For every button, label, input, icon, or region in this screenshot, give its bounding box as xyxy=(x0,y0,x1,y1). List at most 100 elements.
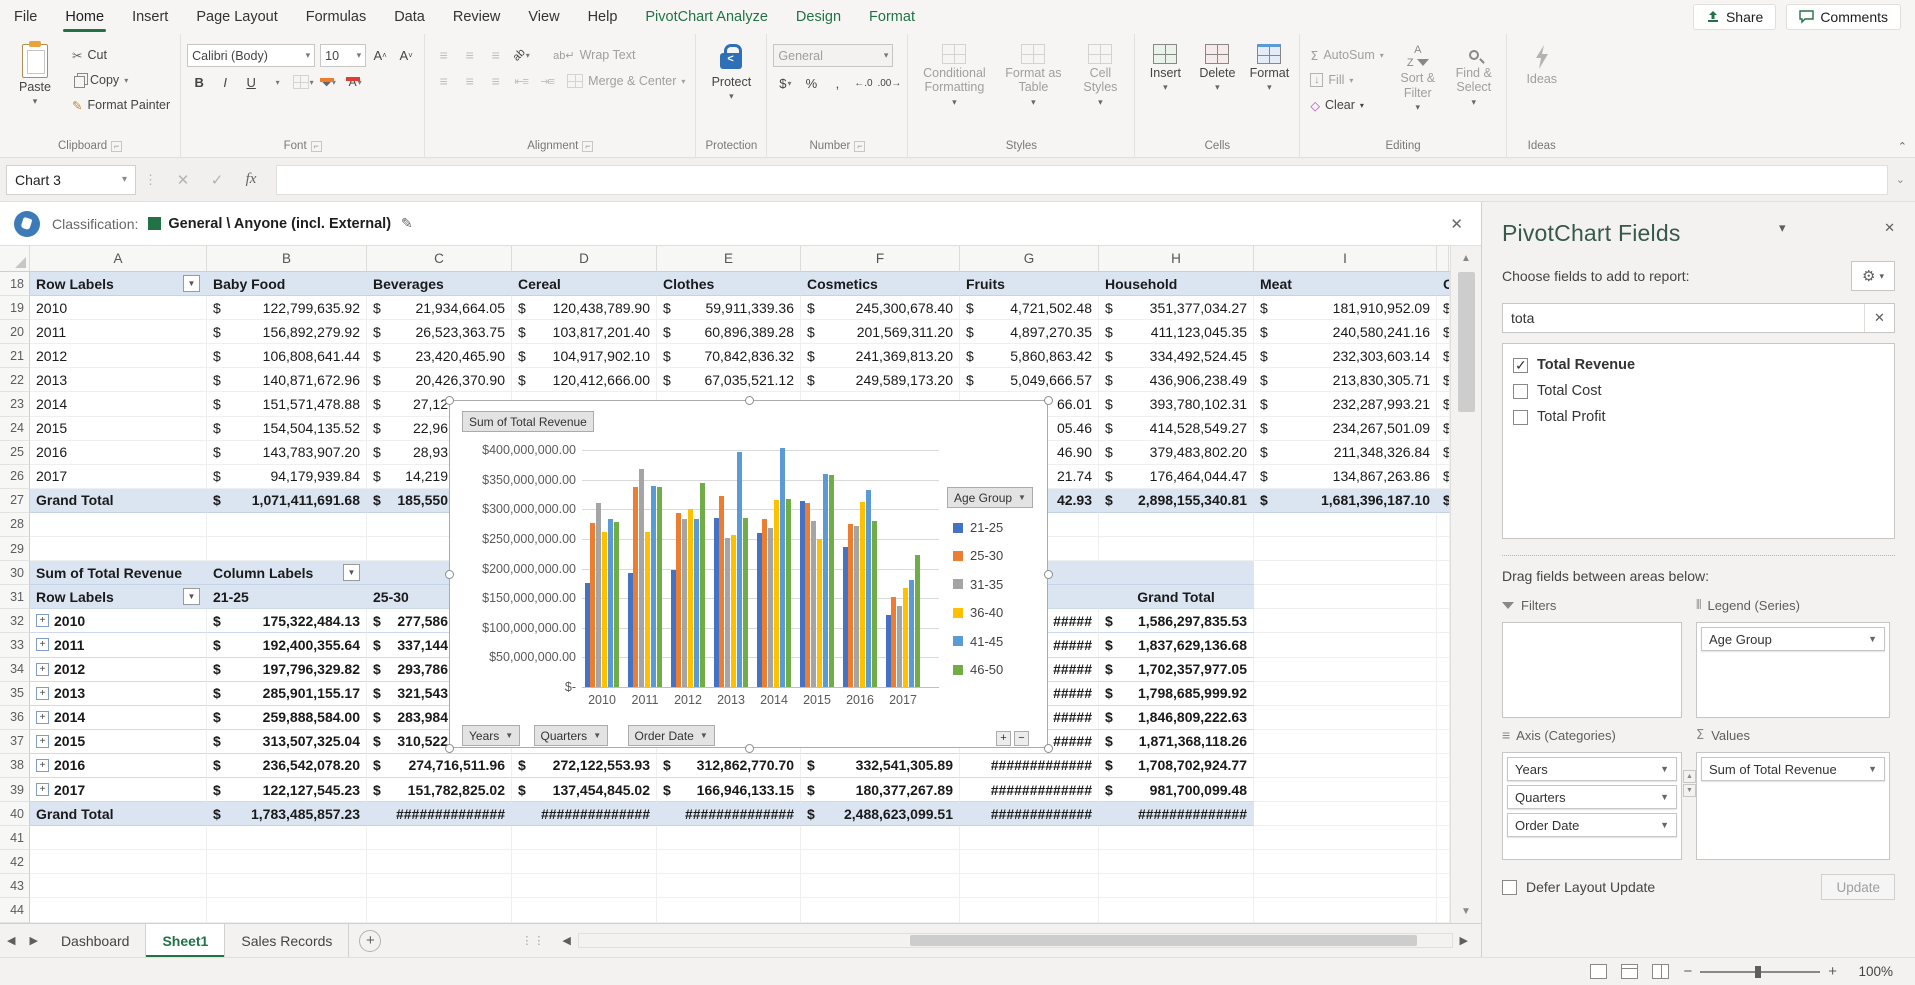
ribbon-tab-formulas[interactable]: Formulas xyxy=(292,0,380,34)
cell[interactable]: $332,541,305.89 xyxy=(801,754,960,778)
cell[interactable] xyxy=(1254,537,1437,561)
cell[interactable] xyxy=(512,874,657,898)
cell[interactable] xyxy=(1254,513,1437,537)
vertical-scrollbar[interactable]: ▲ ▼ xyxy=(1450,246,1481,923)
field-item-total-cost[interactable]: Total Cost xyxy=(1513,378,1884,404)
cell[interactable]: $ xyxy=(1437,296,1450,320)
chart-selection-handle[interactable] xyxy=(445,396,454,405)
scroll-down-arrow[interactable]: ▼ xyxy=(1451,899,1482,923)
cell[interactable] xyxy=(657,898,801,922)
field-item-total-revenue[interactable]: Total Revenue xyxy=(1513,352,1884,378)
cell[interactable]: 2017 xyxy=(30,465,207,489)
cell[interactable] xyxy=(1099,513,1254,537)
clear-button[interactable]: ◇Clear▾ xyxy=(1306,94,1387,116)
cell[interactable] xyxy=(960,850,1099,874)
cell[interactable]: $134,867,263.86 xyxy=(1254,465,1437,489)
underline-button[interactable]: U xyxy=(239,71,263,93)
cell[interactable] xyxy=(801,850,960,874)
paste-button[interactable]: Paste▾ xyxy=(6,38,64,107)
cell[interactable]: $151,782,825.02 xyxy=(367,778,512,802)
cell[interactable] xyxy=(1437,513,1450,537)
cell[interactable]: Beverages xyxy=(367,272,512,296)
area-pill-years[interactable]: Years▼ xyxy=(1507,757,1677,781)
field-checkbox[interactable] xyxy=(1513,410,1528,425)
cell[interactable] xyxy=(207,826,367,850)
cell[interactable]: $241,369,813.20 xyxy=(801,344,960,368)
cell[interactable]: Grand Total xyxy=(1099,585,1254,609)
cell[interactable]: $143,783,907.20 xyxy=(207,441,367,465)
expand-collapse-button[interactable]: + xyxy=(36,614,49,627)
cell[interactable] xyxy=(1437,826,1450,850)
cell[interactable]: $1,702,357,977.05 xyxy=(1099,658,1254,682)
cell[interactable] xyxy=(512,850,657,874)
row-number-31[interactable]: 31 xyxy=(0,585,30,609)
cell[interactable]: $5,860,863.42 xyxy=(960,344,1099,368)
cell[interactable]: $411,123,045.35 xyxy=(1099,320,1254,344)
sheet-tab-sheet1[interactable]: Sheet1 xyxy=(146,924,225,957)
align-center-button[interactable]: ≡ xyxy=(457,70,481,92)
dialog-launcher-icon[interactable]: ⌐ xyxy=(854,141,865,152)
sheet-nav-left-arrow[interactable]: ◀ xyxy=(0,934,22,947)
decrease-font-button[interactable]: A˅ xyxy=(394,45,418,67)
cell[interactable] xyxy=(1437,802,1450,826)
cell[interactable] xyxy=(960,826,1099,850)
chart-selection-handle[interactable] xyxy=(745,744,754,753)
cell[interactable]: $180,377,267.89 xyxy=(801,778,960,802)
name-box-splitter[interactable]: ⋮ xyxy=(144,172,158,188)
cell[interactable]: $1,798,685,999.92 xyxy=(1099,682,1254,706)
scroll-up-arrow[interactable]: ▲ xyxy=(1451,246,1482,270)
row-number-18[interactable]: 18 xyxy=(0,272,30,296)
cell[interactable] xyxy=(512,826,657,850)
cell[interactable] xyxy=(1254,730,1437,754)
cell[interactable]: $379,483,802.20 xyxy=(1099,441,1254,465)
cell[interactable] xyxy=(657,850,801,874)
currency-format-button[interactable]: $▾ xyxy=(773,72,797,94)
column-header-H[interactable]: H xyxy=(1099,246,1254,271)
cell[interactable] xyxy=(1254,633,1437,657)
cell[interactable]: Meat xyxy=(1254,272,1437,296)
cell[interactable]: $313,507,325.04 xyxy=(207,730,367,754)
cell[interactable] xyxy=(1437,706,1450,730)
increase-font-button[interactable]: A˄ xyxy=(368,45,392,67)
cell[interactable] xyxy=(1254,754,1437,778)
cell[interactable]: ############## xyxy=(657,802,801,826)
cell[interactable] xyxy=(367,850,512,874)
expand-collapse-button[interactable]: + xyxy=(36,687,49,700)
cell[interactable]: $234,267,501.09 xyxy=(1254,417,1437,441)
row-number-30[interactable]: 30 xyxy=(0,561,30,585)
cell[interactable] xyxy=(207,850,367,874)
chart-selection-handle[interactable] xyxy=(1044,396,1053,405)
chart-selection-handle[interactable] xyxy=(445,570,454,579)
cell[interactable] xyxy=(1437,633,1450,657)
cell[interactable]: $1,871,368,118.26 xyxy=(1099,730,1254,754)
select-all-corner[interactable] xyxy=(0,246,30,271)
cell[interactable] xyxy=(207,513,367,537)
cell[interactable]: $274,716,511.96 xyxy=(367,754,512,778)
cell[interactable]: $236,542,078.20 xyxy=(207,754,367,778)
cell[interactable] xyxy=(1437,874,1450,898)
value-field-button[interactable]: Sum of Total Revenue xyxy=(462,411,594,432)
cell[interactable]: Grand Total xyxy=(30,489,207,513)
horizontal-scrollbar[interactable]: ◀ ▶ xyxy=(555,933,1475,948)
row-number-26[interactable]: 26 xyxy=(0,465,30,489)
cell[interactable]: $ xyxy=(1437,320,1450,344)
column-header-I[interactable]: I xyxy=(1254,246,1437,271)
cell[interactable]: $272,122,553.93 xyxy=(512,754,657,778)
filters-drop-area[interactable] xyxy=(1502,622,1682,718)
cell[interactable]: $103,817,201.40 xyxy=(512,320,657,344)
cell[interactable]: $232,303,603.14 xyxy=(1254,344,1437,368)
cell[interactable] xyxy=(30,898,207,922)
cell[interactable] xyxy=(1254,898,1437,922)
format-cells-button[interactable]: Format▾ xyxy=(1245,38,1293,93)
expand-collapse-button[interactable]: + xyxy=(36,735,49,748)
cell[interactable] xyxy=(1437,585,1450,609)
cell[interactable]: $4,897,270.35 xyxy=(960,320,1099,344)
ribbon-tab-help[interactable]: Help xyxy=(574,0,632,34)
row-number-25[interactable]: 25 xyxy=(0,441,30,465)
row-number-21[interactable]: 21 xyxy=(0,344,30,368)
cancel-entry-button[interactable]: ✕ xyxy=(166,171,200,189)
cell[interactable]: $ xyxy=(1437,441,1450,465)
increase-indent-button[interactable]: ⇥≡ xyxy=(535,70,559,92)
cell[interactable] xyxy=(1437,898,1450,922)
cell[interactable]: $232,287,993.21 xyxy=(1254,392,1437,416)
